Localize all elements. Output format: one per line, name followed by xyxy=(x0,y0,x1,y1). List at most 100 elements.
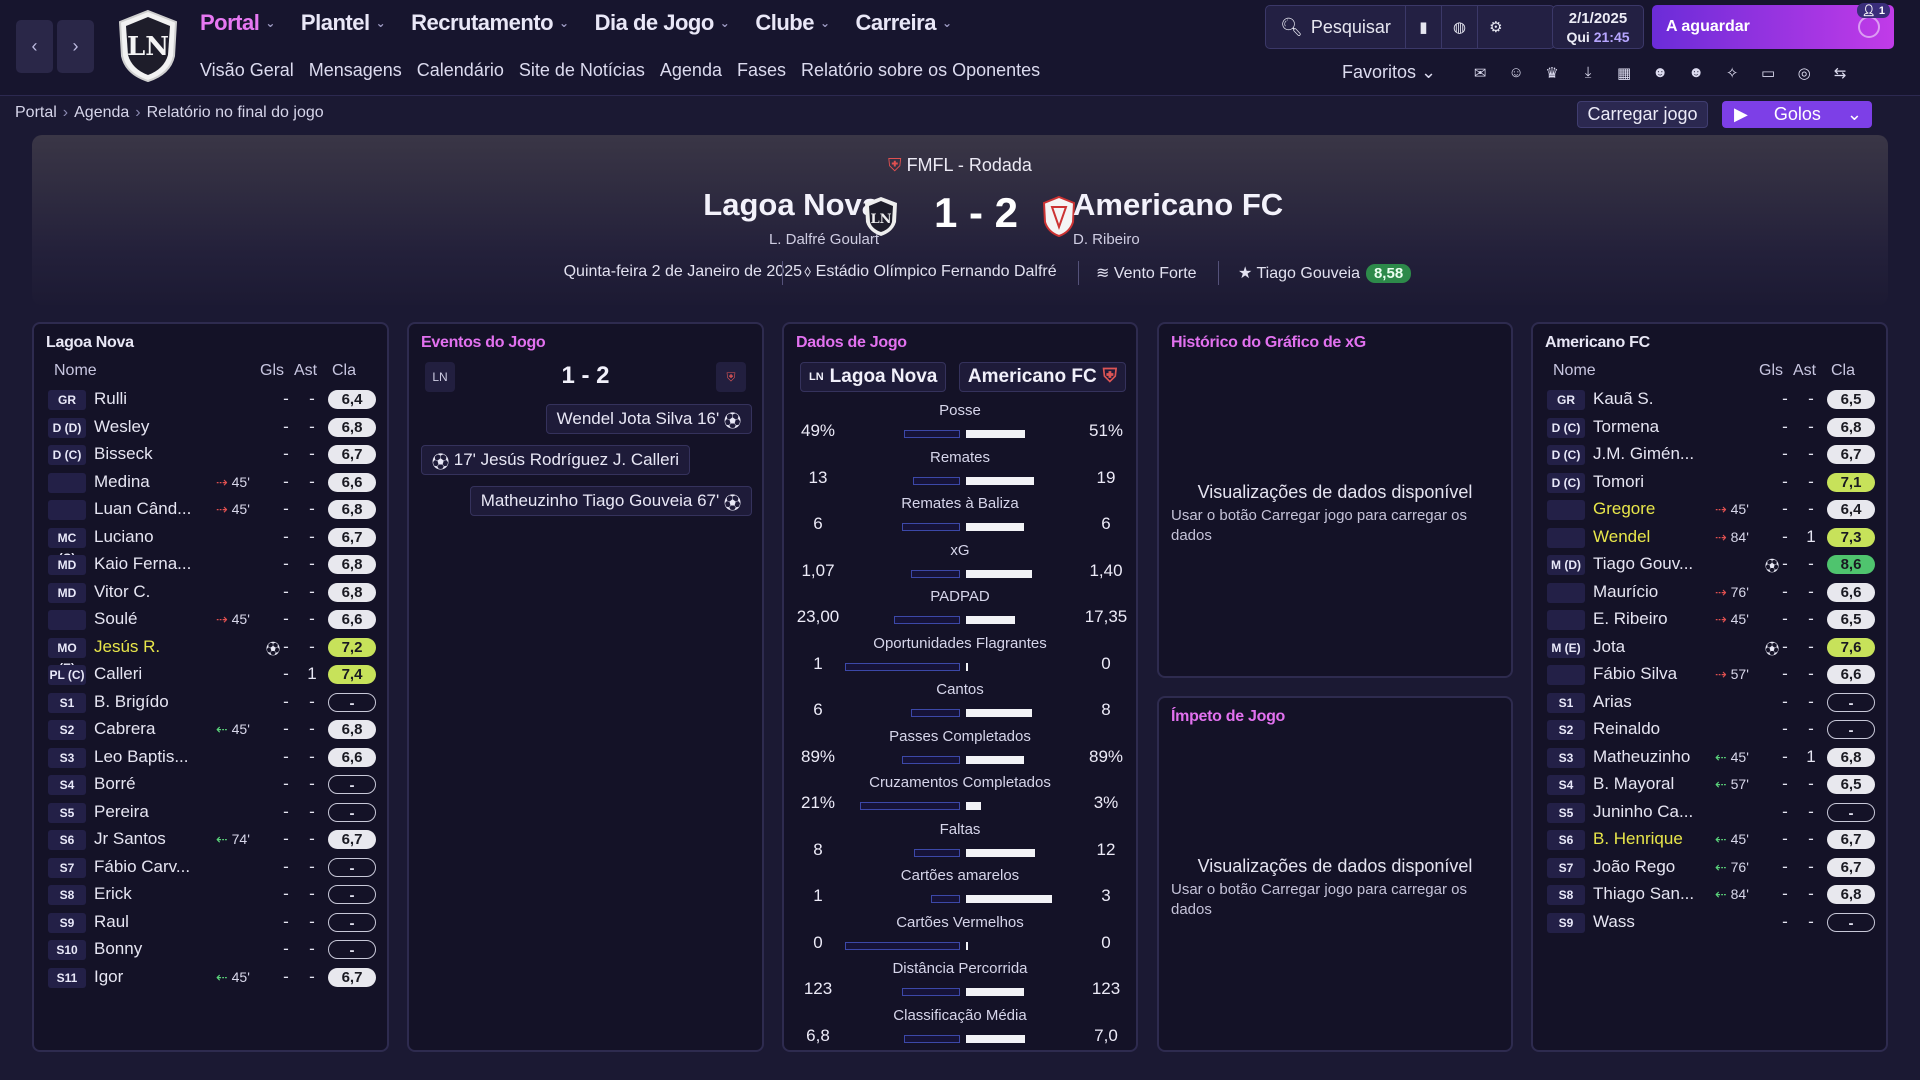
player-row[interactable]: Soulé ⇢ 45' - -6,6 xyxy=(48,606,376,633)
player-name[interactable]: J.M. Gimén... xyxy=(1593,444,1694,464)
stats-home-team[interactable]: LN Lagoa Nova xyxy=(800,362,947,392)
player-name[interactable]: B. Brigído xyxy=(94,692,169,712)
player-row[interactable]: M (D) Tiago Gouv... ⚽︎ - -8,6 xyxy=(1547,551,1875,578)
player-name[interactable]: Calleri xyxy=(94,664,142,684)
player-row[interactable]: S11 Igor ⇠ 45' - -6,7 xyxy=(48,964,376,991)
trophy-icon[interactable]: ♛ xyxy=(1534,64,1570,82)
player-row[interactable]: S9 Raul - - - xyxy=(48,909,376,936)
away-team-name[interactable]: Americano FC xyxy=(1073,187,1283,223)
player-name[interactable]: Erick xyxy=(94,884,132,904)
favorites-dropdown[interactable]: Favoritos ⌄ xyxy=(1342,62,1436,83)
player-row[interactable]: D (C) Tomori - -7,1 xyxy=(1547,469,1875,496)
forward-button[interactable]: › xyxy=(57,20,94,73)
player-row[interactable]: Maurício ⇢ 76' - -6,6 xyxy=(1547,579,1875,606)
player-name[interactable]: Wass xyxy=(1593,912,1635,932)
player-row[interactable]: MD Vitor C. - -6,8 xyxy=(48,579,376,606)
settings-button[interactable]: ⚙ xyxy=(1478,6,1514,48)
player-name[interactable]: B. Henrique xyxy=(1593,829,1683,849)
player-name[interactable]: Cabrera xyxy=(94,719,155,739)
player-row[interactable]: S6 B. Henrique ⇠ 45' - -6,7 xyxy=(1547,826,1875,853)
player-name[interactable]: Wendel xyxy=(1593,527,1650,547)
subnav-noticias[interactable]: Site de Notícias xyxy=(519,60,645,81)
player-row[interactable]: MO (E)Jesús R.⚽︎--7,2 xyxy=(48,634,376,675)
goals-dropdown-button[interactable]: ▶ Golos ⌄ xyxy=(1722,101,1872,128)
subnav-agenda[interactable]: Agenda xyxy=(660,60,722,81)
nav-portal[interactable]: Portal ⌄ xyxy=(200,10,275,36)
target-icon[interactable]: ◎ xyxy=(1786,64,1822,82)
card-icon[interactable]: ▭ xyxy=(1750,64,1786,82)
player-row[interactable]: Wendel ⇢ 84' -1 7,3 xyxy=(1547,524,1875,551)
player-row[interactable]: S1 Arias - - - xyxy=(1547,689,1875,716)
player-row[interactable]: Medina ⇢ 45' - -6,6 xyxy=(48,469,376,496)
player-name[interactable]: Reinaldo xyxy=(1593,719,1660,739)
player-name[interactable]: João Rego xyxy=(1593,857,1675,877)
player-row[interactable]: S6 Jr Santos ⇠ 74' - -6,7 xyxy=(48,826,376,853)
player-row[interactable]: S3 Leo Baptis... - -6,6 xyxy=(48,744,376,771)
player-name[interactable]: Gregore xyxy=(1593,499,1655,519)
player-row[interactable]: D (D) Wesley - -6,8 xyxy=(48,414,376,441)
player-name[interactable]: Kauã S. xyxy=(1593,389,1654,409)
download-icon[interactable]: ⤓ xyxy=(1570,64,1606,81)
player-name[interactable]: Thiago San... xyxy=(1593,884,1694,904)
subnav-calendario[interactable]: Calendário xyxy=(417,60,504,81)
col-name-header[interactable]: Nome xyxy=(1553,362,1596,380)
player-name[interactable]: Matheuzinho xyxy=(1593,747,1690,767)
transfer-icon[interactable]: ⇆ xyxy=(1822,64,1858,82)
player-name[interactable]: Jesús R. xyxy=(94,637,160,657)
player-row[interactable]: Luan Când... ⇢ 45' - -6,8 xyxy=(48,496,376,523)
player-row[interactable]: S2 Cabrera ⇠ 45' - -6,8 xyxy=(48,716,376,743)
player-row[interactable]: S4 Borré - - - xyxy=(48,771,376,798)
away-manager[interactable]: D. Ribeiro xyxy=(1073,231,1140,248)
player-name[interactable]: Soulé xyxy=(94,609,137,629)
player-name[interactable]: Vitor C. xyxy=(94,582,150,602)
player-row[interactable]: S3 Matheuzinho ⇠ 45' -1 6,8 xyxy=(1547,744,1875,771)
subnav-fases[interactable]: Fases xyxy=(737,60,786,81)
player-row[interactable]: Gregore ⇢ 45' - -6,4 xyxy=(1547,496,1875,523)
player-row[interactable]: D (C) Bisseck - -6,7 xyxy=(48,441,376,468)
player-name[interactable]: Jr Santos xyxy=(94,829,166,849)
col-goals-header[interactable]: Gls xyxy=(260,362,284,380)
player-row[interactable]: S5 Pereira - - - xyxy=(48,799,376,826)
player-row[interactable]: S4 B. Mayoral ⇠ 57' - -6,5 xyxy=(1547,771,1875,798)
people-icon[interactable]: ☺ xyxy=(1498,64,1534,81)
calendar-icon[interactable]: ▦ xyxy=(1606,64,1642,82)
nav-plantel[interactable]: Plantel ⌄ xyxy=(301,10,386,36)
breadcrumb-portal[interactable]: Portal xyxy=(15,104,57,121)
subnav-visao-geral[interactable]: Visão Geral xyxy=(200,60,294,81)
player-row[interactable]: GR Rulli - -6,4 xyxy=(48,386,376,413)
player-name[interactable]: B. Mayoral xyxy=(1593,774,1674,794)
player-row[interactable]: S1 B. Brigído - - - xyxy=(48,689,376,716)
inbox-icon[interactable]: ✉ xyxy=(1462,64,1498,82)
player-name[interactable]: Borré xyxy=(94,774,136,794)
player-row[interactable]: S7 João Rego ⇠ 76' - -6,7 xyxy=(1547,854,1875,881)
search-button[interactable]: 🔍︎ Pesquisar xyxy=(1266,6,1406,48)
subnav-mensagens[interactable]: Mensagens xyxy=(309,60,402,81)
event-goal[interactable]: ⚽︎ 17' Jesús Rodríguez J. Calleri xyxy=(421,445,691,475)
player-row[interactable]: D (C) Tormena - -6,8 xyxy=(1547,414,1875,441)
player-name[interactable]: Tormena xyxy=(1593,417,1659,437)
scout-icon[interactable]: ✧ xyxy=(1714,64,1750,82)
player-row[interactable]: M (E) Jota ⚽︎ - -7,6 xyxy=(1547,634,1875,661)
player-name[interactable]: Wesley xyxy=(94,417,149,437)
player-name[interactable]: Kaio Ferna... xyxy=(94,554,191,574)
club-logo[interactable]: LN xyxy=(114,8,182,84)
col-rating-header[interactable]: Cla xyxy=(332,362,356,380)
col-rating-header[interactable]: Cla xyxy=(1831,362,1855,380)
load-match-button[interactable]: Carregar jogo xyxy=(1577,101,1708,128)
player-name[interactable]: Medina xyxy=(94,472,150,492)
player-name[interactable]: Luan Când... xyxy=(94,499,191,519)
player-row[interactable]: S9 Wass - - - xyxy=(1547,909,1875,936)
breadcrumb-agenda[interactable]: Agenda xyxy=(74,104,129,121)
player-name[interactable]: Juninho Ca... xyxy=(1593,802,1693,822)
player-name[interactable]: Arias xyxy=(1593,692,1632,712)
player-name[interactable]: Luciano xyxy=(94,527,154,547)
player-name[interactable]: Pereira xyxy=(94,802,149,822)
nav-carreira[interactable]: Carreira ⌄ xyxy=(856,10,952,36)
player-row[interactable]: S8 Thiago San... ⇠ 84' - -6,8 xyxy=(1547,881,1875,908)
subnav-relatorio-oponentes[interactable]: Relatório sobre os Oponentes xyxy=(801,60,1040,81)
player-name[interactable]: Raul xyxy=(94,912,129,932)
player-name[interactable]: E. Ribeiro xyxy=(1593,609,1668,629)
player-row[interactable]: S2 Reinaldo - - - xyxy=(1547,716,1875,743)
player-row[interactable]: D (C) J.M. Gimén... - -6,7 xyxy=(1547,441,1875,468)
player-row[interactable]: MD Kaio Ferna... - -6,8 xyxy=(48,551,376,578)
